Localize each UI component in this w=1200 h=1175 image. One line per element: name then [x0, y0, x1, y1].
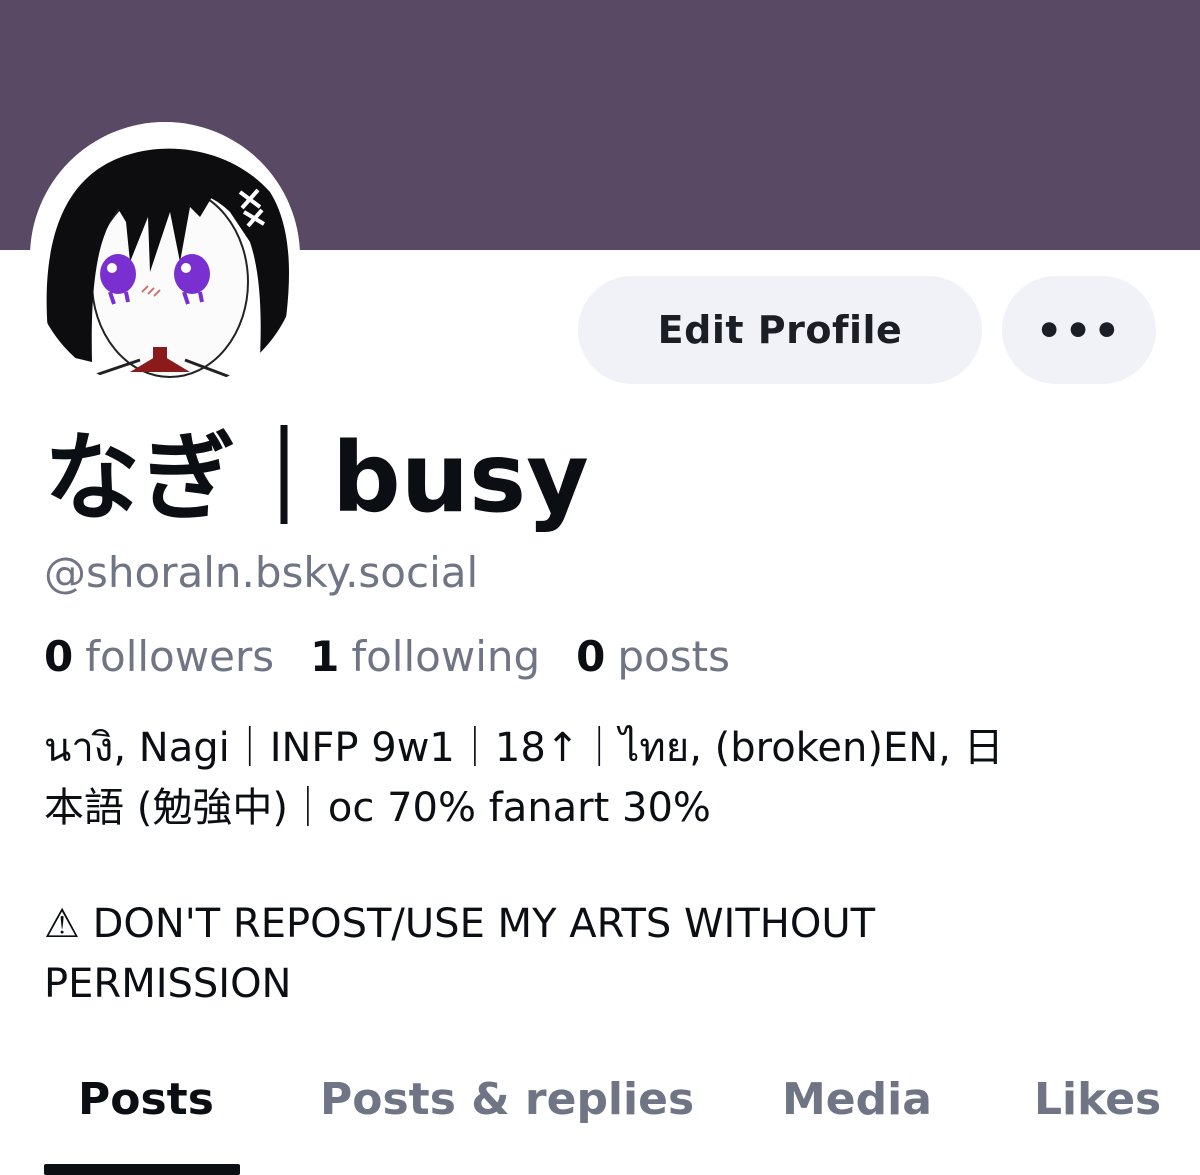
profile-stats: 0 followers 1 following 0 posts — [44, 632, 730, 681]
profile-handle: @shoraln.bsky.social — [44, 548, 479, 597]
profile-bio: นางิ, Nagi｜INFP 9w1｜18↑｜ไทย, (broken)EN,… — [44, 718, 1164, 1014]
tab-posts[interactable]: Posts — [78, 1074, 214, 1125]
tab-likes[interactable]: Likes — [1034, 1074, 1161, 1125]
more-options-button[interactable]: ••• — [1002, 276, 1156, 384]
bio-warning-line: ⚠ DON'T REPOST/USE MY ARTS WITHOUT — [44, 901, 876, 947]
display-name: なぎ｜busy — [44, 422, 589, 534]
bio-line: นางิ, Nagi｜INFP 9w1｜18↑｜ไทย, (broken)EN,… — [44, 725, 1004, 771]
active-tab-indicator — [44, 1164, 240, 1175]
bio-warning-line: PERMISSION — [44, 961, 292, 1007]
following-label: following — [351, 632, 541, 681]
posts-stat: 0 posts — [576, 632, 730, 681]
posts-label: posts — [617, 632, 730, 681]
bio-line: 本語 (勉強中)｜oc 70% fanart 30% — [44, 785, 711, 831]
avatar-illustration — [30, 122, 300, 392]
avatar[interactable] — [30, 122, 300, 392]
followers-stat[interactable]: 0 followers — [44, 632, 274, 681]
edit-profile-button[interactable]: Edit Profile — [578, 276, 982, 384]
posts-count: 0 — [576, 632, 606, 681]
profile-tabs: Posts Posts & replies Media Likes — [0, 1060, 1200, 1175]
followers-count: 0 — [44, 632, 74, 681]
following-count: 1 — [310, 632, 340, 681]
tab-posts-and-replies[interactable]: Posts & replies — [320, 1074, 694, 1125]
followers-label: followers — [85, 632, 275, 681]
tab-media[interactable]: Media — [782, 1074, 932, 1125]
following-stat[interactable]: 1 following — [310, 632, 540, 681]
